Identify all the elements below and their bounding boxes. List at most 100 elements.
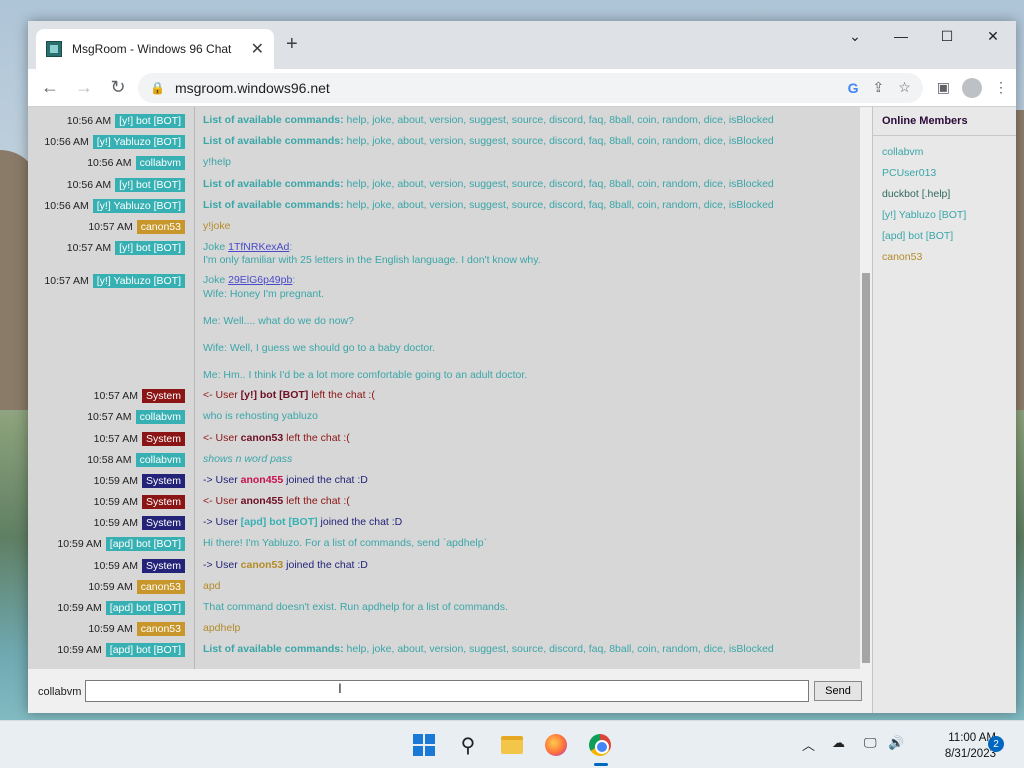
message-body: Joke 1TfNRKexAd: I'm only familiar with 2… — [203, 241, 853, 267]
message-username-badge[interactable]: System — [141, 389, 185, 403]
profile-avatar-icon[interactable] — [962, 77, 982, 98]
message-time: 10:59 AM — [57, 644, 102, 656]
tab-close-icon[interactable]: ✕ — [251, 39, 264, 59]
member-item[interactable]: canon53 — [882, 247, 1007, 268]
start-button[interactable] — [412, 733, 436, 757]
bookmark-star-icon[interactable]: ☆ — [898, 79, 911, 96]
joke-id-link[interactable]: 1TfNRKexAd — [228, 241, 289, 253]
message-username-badge[interactable]: canon53 — [136, 622, 185, 636]
message-username-badge[interactable]: System — [141, 559, 185, 573]
menu-kebab-icon[interactable]: ⋮ — [994, 79, 1008, 96]
firefox-button[interactable] — [544, 733, 568, 757]
system-direction: <- User — [203, 495, 241, 507]
tray-chevron-up-icon[interactable]: ︿ — [802, 735, 815, 754]
system-user-name[interactable]: anon455 — [241, 474, 284, 486]
message-username-badge[interactable]: collabvm — [135, 156, 185, 170]
network-icon[interactable]: 🖵 — [864, 735, 877, 751]
message-line: y!joke — [203, 220, 231, 232]
message-meta: 10:56 AM [y!] bot [BOT] — [28, 178, 185, 192]
maximize-button[interactable]: ☐ — [924, 21, 970, 51]
system-event-text: joined the chat :D — [283, 474, 368, 486]
member-item[interactable]: duckbot [.help] — [882, 184, 1007, 205]
system-user-name[interactable]: [y!] bot [BOT] — [241, 389, 309, 401]
message-line: y!help — [203, 156, 232, 168]
message-username-badge[interactable]: [apd] bot [BOT] — [105, 643, 185, 657]
google-lens-icon[interactable]: G — [848, 80, 859, 96]
file-explorer-button[interactable] — [500, 733, 524, 757]
message-username-badge[interactable]: [apd] bot [BOT] — [105, 537, 185, 551]
system-user-name[interactable]: anon455 — [241, 495, 284, 507]
message-username-badge[interactable]: collabvm — [135, 410, 185, 424]
nickname-label[interactable]: collabvm — [38, 686, 81, 698]
side-panel-icon[interactable]: ▣ — [937, 79, 950, 96]
message-username-badge[interactable]: [y!] bot [BOT] — [115, 241, 185, 255]
new-tab-button[interactable]: + — [286, 33, 298, 56]
volume-icon[interactable]: 🔊 — [888, 735, 904, 751]
scrollbar-thumb[interactable] — [862, 273, 870, 663]
tab-search-icon[interactable]: ⌄ — [832, 21, 878, 51]
message-line: <- User canon53 left the chat :( — [203, 432, 853, 445]
system-user-name[interactable]: [apd] bot [BOT] — [241, 516, 318, 528]
url-text[interactable]: msgroom.windows96.net — [175, 80, 330, 96]
message-time: 10:56 AM — [87, 157, 132, 169]
chat-scrollbar[interactable] — [860, 107, 872, 669]
message-username-badge[interactable]: [y!] Yabluzo [BOT] — [92, 199, 185, 213]
taskbar-clock[interactable]: 11:00 AM 8/31/2023 — [908, 730, 996, 762]
send-button[interactable]: Send — [814, 681, 862, 701]
message-time: 10:57 AM — [93, 390, 138, 402]
system-event-text: left the chat :( — [283, 432, 350, 444]
system-user-name[interactable]: canon53 — [241, 432, 284, 444]
member-item[interactable]: collabvm — [882, 142, 1007, 163]
message-username-badge[interactable]: [apd] bot [BOT] — [105, 601, 185, 615]
message-username-badge[interactable]: System — [141, 495, 185, 509]
clock-date: 8/31/2023 — [944, 748, 996, 760]
message-username-badge[interactable]: System — [141, 516, 185, 530]
message-username-badge[interactable]: [y!] Yabluzo [BOT] — [92, 274, 185, 288]
message-username-badge[interactable]: System — [141, 474, 185, 488]
minimize-button[interactable]: — — [878, 21, 924, 51]
message-username-badge[interactable]: canon53 — [136, 580, 185, 594]
message-input[interactable] — [85, 680, 809, 702]
system-user-name[interactable]: canon53 — [241, 559, 284, 571]
text-cursor-icon: I — [338, 680, 342, 696]
msgroom-favicon-icon — [46, 41, 62, 57]
message-username-badge[interactable]: System — [141, 432, 185, 446]
message-body: y!help — [203, 156, 853, 169]
address-bar[interactable]: 🔒 msgroom.windows96.net G ⇪ ☆ — [138, 72, 923, 103]
message-line: Me: Hm.. I think I'd be a lot more comfo… — [203, 368, 528, 381]
message-meta: 10:59 AM System — [28, 516, 185, 530]
member-item[interactable]: [y!] Yabluzo [BOT] — [882, 205, 1007, 226]
forward-button[interactable]: → — [70, 74, 98, 102]
member-item[interactable]: [apd] bot [BOT] — [882, 226, 1007, 247]
browser-tab-active[interactable]: MsgRoom - Windows 96 Chat ✕ — [36, 29, 274, 69]
share-icon[interactable]: ⇪ — [872, 79, 884, 96]
system-event-text: joined the chat :D — [317, 516, 403, 528]
message-line: -> User anon455 joined the chat :D — [203, 474, 853, 487]
message-username-badge[interactable]: collabvm — [135, 453, 185, 467]
system-event-text: joined the chat :D — [283, 559, 368, 571]
message-time: 10:59 AM — [93, 475, 138, 487]
message-meta: 10:59 AM [apd] bot [BOT] — [28, 643, 185, 657]
close-window-button[interactable]: ✕ — [970, 21, 1016, 51]
onedrive-cloud-icon[interactable]: ☁ — [832, 735, 845, 751]
joke-id-link[interactable]: 29ElG6p49pb — [228, 274, 292, 286]
message-username-badge[interactable]: [y!] Yabluzo [BOT] — [92, 135, 185, 149]
message-time: 10:56 AM — [44, 136, 89, 148]
message-meta: 10:59 AM System — [28, 559, 185, 573]
reload-button[interactable]: ↻ — [104, 74, 132, 102]
lock-icon[interactable]: 🔒 — [150, 81, 165, 95]
message-body: shows n word pass — [203, 453, 853, 466]
message-line: List of available commands: help, joke, … — [203, 643, 853, 656]
message-body: That command doesn't exist. Run apdhelp … — [203, 601, 853, 614]
taskbar-search-button[interactable]: ⚲ — [456, 733, 480, 757]
chrome-button[interactable] — [588, 733, 612, 757]
message-meta: 10:59 AM [apd] bot [BOT] — [28, 537, 185, 551]
member-item[interactable]: PCUser013 — [882, 163, 1007, 184]
back-button[interactable]: ← — [36, 74, 64, 102]
windows-taskbar: ⚲ ︿ ☁ 🖵 🔊 11:00 AM 8/31/2023 2 — [0, 720, 1024, 768]
message-username-badge[interactable]: [y!] bot [BOT] — [115, 114, 185, 128]
message-username-badge[interactable]: [y!] bot [BOT] — [115, 178, 185, 192]
notification-badge[interactable]: 2 — [988, 736, 1004, 752]
message-username-badge[interactable]: canon53 — [136, 220, 185, 234]
online-members-title: Online Members — [873, 107, 1016, 136]
